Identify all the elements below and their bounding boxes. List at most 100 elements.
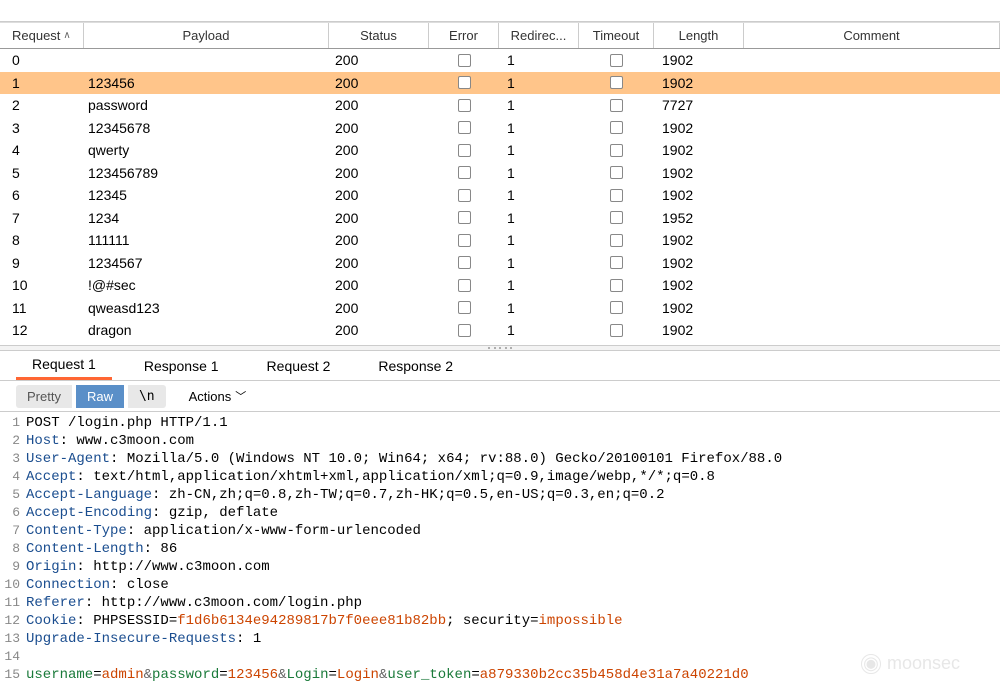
request-editor[interactable]: 1POST /login.php HTTP/1.12Host: www.c3mo… bbox=[0, 411, 1000, 686]
table-row[interactable]: 10!@#sec20011902 bbox=[0, 274, 1000, 297]
editor-line: 15username=admin&password=123456&Login=L… bbox=[0, 666, 1000, 684]
table-row[interactable]: 4qwerty20011902 bbox=[0, 139, 1000, 162]
tab-response-1[interactable]: Response 1 bbox=[128, 351, 235, 380]
timeout-checkbox[interactable] bbox=[610, 166, 623, 179]
cell-error bbox=[429, 274, 499, 297]
error-checkbox[interactable] bbox=[458, 121, 471, 134]
column-header-comment[interactable]: Comment bbox=[744, 23, 1000, 48]
cell-timeout bbox=[579, 72, 654, 95]
cell-status: 200 bbox=[329, 94, 429, 117]
cell-error bbox=[429, 162, 499, 185]
newline-toggle-button[interactable]: \n bbox=[128, 385, 166, 408]
timeout-checkbox[interactable] bbox=[610, 324, 623, 337]
cell-request: 2 bbox=[0, 94, 84, 117]
tab-request-1[interactable]: Request 1 bbox=[16, 351, 112, 380]
sort-asc-icon: ∧ bbox=[63, 30, 70, 41]
table-row[interactable]: 12dragon20011902 bbox=[0, 319, 1000, 342]
timeout-checkbox[interactable] bbox=[610, 99, 623, 112]
column-header-timeout[interactable]: Timeout bbox=[579, 23, 654, 48]
cell-timeout bbox=[579, 49, 654, 72]
table-row[interactable]: 61234520011902 bbox=[0, 184, 1000, 207]
timeout-checkbox[interactable] bbox=[610, 211, 623, 224]
cell-timeout bbox=[579, 117, 654, 140]
cell-payload: 123456 bbox=[84, 72, 329, 95]
editor-line: 8Content-Length: 86 bbox=[0, 540, 1000, 558]
line-number: 6 bbox=[0, 504, 26, 522]
cell-error bbox=[429, 94, 499, 117]
table-row[interactable]: 31234567820011902 bbox=[0, 117, 1000, 140]
cell-length: 1952 bbox=[654, 207, 744, 230]
table-row[interactable]: 7123420011952 bbox=[0, 207, 1000, 230]
timeout-checkbox[interactable] bbox=[610, 279, 623, 292]
table-row[interactable]: 811111120011902 bbox=[0, 229, 1000, 252]
cell-redirec: 1 bbox=[499, 117, 579, 140]
cell-error bbox=[429, 252, 499, 275]
timeout-checkbox[interactable] bbox=[610, 76, 623, 89]
line-number: 5 bbox=[0, 486, 26, 504]
cell-status: 200 bbox=[329, 139, 429, 162]
error-checkbox[interactable] bbox=[458, 211, 471, 224]
line-content: Upgrade-Insecure-Requests: 1 bbox=[26, 630, 1000, 648]
cell-request: 1 bbox=[0, 72, 84, 95]
column-header-error[interactable]: Error bbox=[429, 23, 499, 48]
table-row[interactable]: 020011902 bbox=[0, 49, 1000, 72]
timeout-checkbox[interactable] bbox=[610, 144, 623, 157]
timeout-checkbox[interactable] bbox=[610, 54, 623, 67]
cell-comment bbox=[744, 207, 1000, 230]
actions-dropdown[interactable]: Actions ﹀ bbox=[178, 384, 258, 408]
editor-line: 2Host: www.c3moon.com bbox=[0, 432, 1000, 450]
error-checkbox[interactable] bbox=[458, 279, 471, 292]
timeout-checkbox[interactable] bbox=[610, 234, 623, 247]
error-checkbox[interactable] bbox=[458, 189, 471, 202]
column-header-status[interactable]: Status bbox=[329, 23, 429, 48]
line-number: 15 bbox=[0, 666, 26, 684]
cell-error bbox=[429, 184, 499, 207]
table-row[interactable]: 9123456720011902 bbox=[0, 252, 1000, 275]
table-row[interactable]: 2password20017727 bbox=[0, 94, 1000, 117]
raw-button[interactable]: Raw bbox=[76, 385, 124, 408]
editor-line: 13Upgrade-Insecure-Requests: 1 bbox=[0, 630, 1000, 648]
timeout-checkbox[interactable] bbox=[610, 189, 623, 202]
error-checkbox[interactable] bbox=[458, 76, 471, 89]
line-number: 4 bbox=[0, 468, 26, 486]
cell-status: 200 bbox=[329, 207, 429, 230]
tab-request-2[interactable]: Request 2 bbox=[251, 351, 347, 380]
column-header-redirections[interactable]: Redirec... bbox=[499, 23, 579, 48]
column-header-length[interactable]: Length bbox=[654, 23, 744, 48]
timeout-checkbox[interactable] bbox=[610, 121, 623, 134]
error-checkbox[interactable] bbox=[458, 99, 471, 112]
timeout-checkbox[interactable] bbox=[610, 301, 623, 314]
error-checkbox[interactable] bbox=[458, 144, 471, 157]
cell-comment bbox=[744, 252, 1000, 275]
column-header-request[interactable]: Request∧ bbox=[0, 23, 84, 48]
error-checkbox[interactable] bbox=[458, 301, 471, 314]
cell-comment bbox=[744, 319, 1000, 342]
column-header-payload[interactable]: Payload bbox=[84, 23, 329, 48]
cell-comment bbox=[744, 184, 1000, 207]
error-checkbox[interactable] bbox=[458, 166, 471, 179]
cell-error bbox=[429, 229, 499, 252]
error-checkbox[interactable] bbox=[458, 54, 471, 67]
cell-payload: 1234567 bbox=[84, 252, 329, 275]
line-content: Content-Length: 86 bbox=[26, 540, 1000, 558]
cell-status: 200 bbox=[329, 49, 429, 72]
cell-comment bbox=[744, 297, 1000, 320]
editor-line: 11Referer: http://www.c3moon.com/login.p… bbox=[0, 594, 1000, 612]
timeout-checkbox[interactable] bbox=[610, 256, 623, 269]
chevron-down-icon: ﹀ bbox=[235, 388, 246, 404]
error-checkbox[interactable] bbox=[458, 324, 471, 337]
error-checkbox[interactable] bbox=[458, 256, 471, 269]
cell-payload: 111111 bbox=[84, 229, 329, 252]
error-checkbox[interactable] bbox=[458, 234, 471, 247]
cell-redirec: 1 bbox=[499, 139, 579, 162]
results-table: Request∧ Payload Status Error Redirec...… bbox=[0, 22, 1000, 345]
table-row[interactable]: 11qweasd12320011902 bbox=[0, 297, 1000, 320]
tab-response-2[interactable]: Response 2 bbox=[362, 351, 469, 380]
line-content: Accept-Encoding: gzip, deflate bbox=[26, 504, 1000, 522]
table-row[interactable]: 112345620011902 bbox=[0, 72, 1000, 95]
cell-length: 1902 bbox=[654, 319, 744, 342]
table-row[interactable]: 512345678920011902 bbox=[0, 162, 1000, 185]
pretty-button[interactable]: Pretty bbox=[16, 385, 72, 408]
cell-request: 9 bbox=[0, 252, 84, 275]
cell-payload: qwerty bbox=[84, 139, 329, 162]
